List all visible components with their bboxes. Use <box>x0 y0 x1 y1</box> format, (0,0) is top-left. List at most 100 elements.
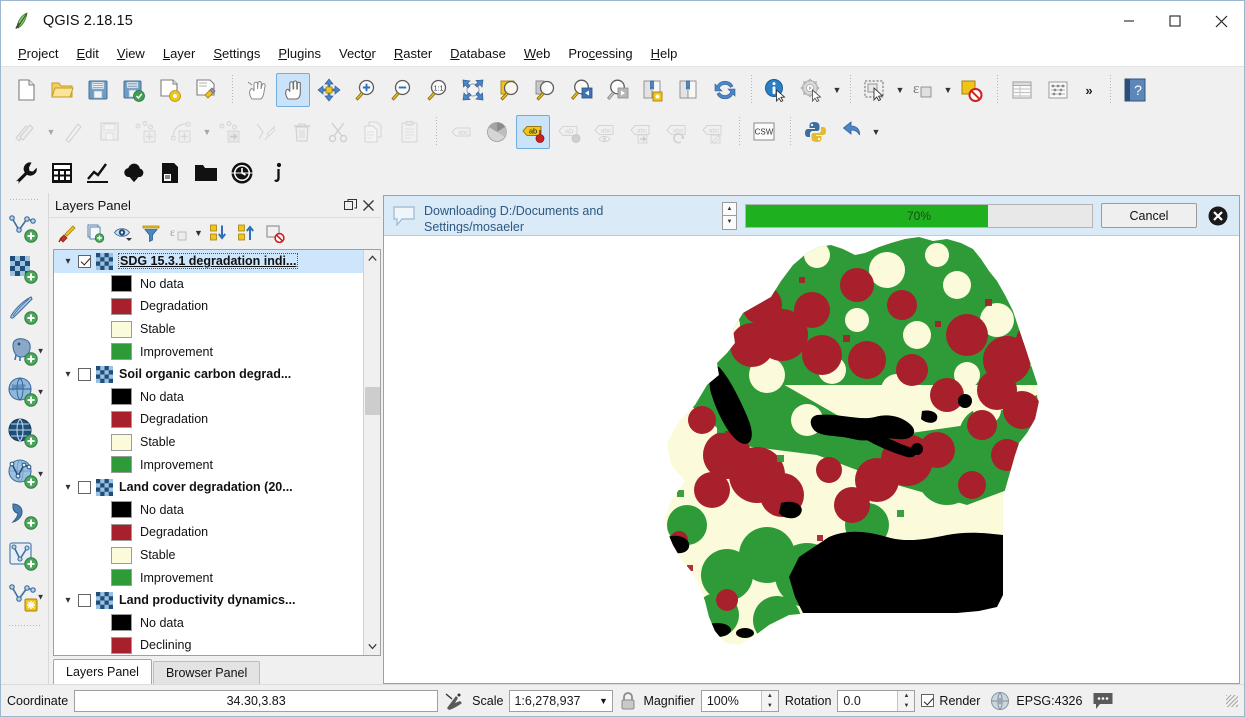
save-project-as-button[interactable] <box>117 73 151 107</box>
identify-features-button[interactable] <box>759 73 793 107</box>
layers-tree[interactable]: ▾ SDG 15.3.1 degradation indi... No data… <box>54 250 363 655</box>
menu-project[interactable]: PProjectroject <box>9 43 67 64</box>
pin-labels-button[interactable]: ab <box>552 115 586 149</box>
minimize-button[interactable] <box>1106 1 1152 41</box>
change-label-button[interactable]: abc <box>696 115 730 149</box>
globe-clock-button[interactable] <box>225 156 259 190</box>
close-circle-icon[interactable] <box>1205 203 1231 229</box>
filter-legend-button[interactable] <box>137 220 164 246</box>
touch-zoom-button[interactable] <box>240 73 274 107</box>
metasearch-button[interactable]: CSW <box>747 115 781 149</box>
message-expand-spinner[interactable]: ▲ ▼ <box>722 202 737 230</box>
statistical-summary-button[interactable] <box>1041 73 1075 107</box>
line-chart-button[interactable] <box>81 156 115 190</box>
message-expand-up-icon[interactable]: ▲ <box>722 202 737 216</box>
chevron-down-icon[interactable]: ▾ <box>58 256 78 267</box>
undo-dropdown-caret[interactable]: ▼ <box>870 115 882 149</box>
add-spatialite-layer-button[interactable] <box>4 289 46 330</box>
composer-manager-button[interactable] <box>189 73 223 107</box>
collapse-all-button[interactable] <box>233 220 260 246</box>
layer-node-sdg-indicator[interactable]: ▾ SDG 15.3.1 degradation indi... <box>54 250 363 273</box>
new-map-view-button[interactable] <box>636 73 670 107</box>
add-wfs-layer-button[interactable]: ▼ <box>4 453 46 494</box>
rotate-label-button[interactable]: abc <box>660 115 694 149</box>
crs-label[interactable]: EPSG:4326 <box>1016 694 1082 708</box>
chevron-down-icon[interactable]: ▼ <box>594 696 612 706</box>
zoom-next-button[interactable] <box>600 73 634 107</box>
add-feature-button[interactable] <box>129 115 163 149</box>
chevron-down-icon[interactable]: ▼ <box>37 346 45 355</box>
layer-visibility-checkbox[interactable] <box>78 368 91 381</box>
pan-to-selection-button[interactable] <box>312 73 346 107</box>
refresh-button[interactable] <box>708 73 742 107</box>
pan-map-button[interactable] <box>276 73 310 107</box>
chevron-down-icon[interactable]: ▼ <box>37 469 45 478</box>
rotation-field[interactable]: 0.0 ▲▼ <box>837 690 915 712</box>
menu-database[interactable]: Database <box>441 43 515 64</box>
remove-layer-button[interactable] <box>261 220 288 246</box>
file-load-button[interactable] <box>153 156 187 190</box>
zoom-last-button[interactable] <box>564 73 598 107</box>
python-console-button[interactable] <box>798 115 832 149</box>
spin-up-icon[interactable]: ▲ <box>762 691 778 701</box>
feature-action-dropdown-caret[interactable]: ▼ <box>831 73 843 107</box>
deselect-all-button[interactable] <box>954 73 988 107</box>
toolbar-overflow-button[interactable]: » <box>1077 73 1101 107</box>
layers-tree-scrollbar[interactable] <box>363 250 380 655</box>
node-tool-button[interactable] <box>249 115 283 149</box>
spin-down-icon[interactable]: ▼ <box>762 701 778 711</box>
render-toggle[interactable]: Render <box>921 694 980 708</box>
magnifier-spinner[interactable]: ▲▼ <box>761 691 778 711</box>
message-expand-down-icon[interactable]: ▼ <box>722 215 737 230</box>
chevron-down-icon[interactable]: ▾ <box>58 482 78 493</box>
layer-visibility-checkbox[interactable] <box>78 255 91 268</box>
help-button[interactable]: ? <box>1118 73 1152 107</box>
menu-edit[interactable]: Edit <box>67 43 107 64</box>
add-postgis-layer-button[interactable]: ▼ <box>4 330 46 371</box>
manage-layer-visibility-button[interactable] <box>109 220 136 246</box>
messages-bubble-icon[interactable] <box>1092 691 1114 711</box>
undock-panel-button[interactable] <box>341 196 359 214</box>
add-wms-layer-button[interactable]: ▼ <box>4 371 46 412</box>
new-print-composer-button[interactable] <box>153 73 187 107</box>
layer-node-soil-organic-carbon[interactable]: ▾ Soil organic carbon degrad... <box>54 363 363 386</box>
coordinate-toggle-icon[interactable] <box>444 690 466 712</box>
chevron-down-icon[interactable]: ▾ <box>58 369 78 380</box>
new-shapefile-layer-button[interactable] <box>4 535 46 576</box>
select-features-button[interactable] <box>858 73 892 107</box>
diagram-button[interactable] <box>480 115 514 149</box>
scrollbar-thumb[interactable] <box>365 387 380 415</box>
paste-features-button[interactable] <box>393 115 427 149</box>
magnifier-field[interactable]: 100% ▲▼ <box>701 690 779 712</box>
coordinate-field[interactable]: 34.30,3.83 <box>74 690 438 712</box>
save-project-button[interactable] <box>81 73 115 107</box>
layer-visibility-checkbox[interactable] <box>78 594 91 607</box>
show-hide-labels-button[interactable]: abc <box>588 115 622 149</box>
crs-globe-icon[interactable] <box>990 691 1010 711</box>
zoom-to-selection-button[interactable] <box>492 73 526 107</box>
menu-web[interactable]: Web <box>515 43 560 64</box>
chevron-down-icon[interactable]: ▾ <box>58 595 78 606</box>
layer-node-land-productivity-dynamics[interactable]: ▾ Land productivity dynamics... <box>54 589 363 612</box>
rotation-spinner[interactable]: ▲▼ <box>897 691 914 711</box>
run-feature-action-button[interactable] <box>795 73 829 107</box>
wrench-settings-button[interactable] <box>9 156 43 190</box>
select-by-expression-button[interactable]: ε <box>906 73 940 107</box>
toggle-editing-button[interactable] <box>57 115 91 149</box>
zoom-one-to-one-button[interactable]: 1:1 <box>420 73 454 107</box>
select-features-dropdown-caret[interactable]: ▼ <box>894 73 906 107</box>
zoom-to-layer-button[interactable] <box>528 73 562 107</box>
save-layer-edits-button[interactable] <box>93 115 127 149</box>
cut-features-button[interactable] <box>321 115 355 149</box>
scrollbar-track[interactable] <box>364 267 381 638</box>
current-edits-button[interactable] <box>9 115 43 149</box>
open-layer-styling-button[interactable] <box>53 220 80 246</box>
toolbar-drag-handle[interactable] <box>10 195 40 204</box>
info-i-button[interactable] <box>261 156 295 190</box>
layer-node-land-cover-degradation[interactable]: ▾ Land cover degradation (20... <box>54 476 363 499</box>
close-button[interactable] <box>1198 1 1244 41</box>
add-feature-dropdown-caret[interactable]: ▼ <box>201 115 213 149</box>
filter-legend-expression-button[interactable]: ε <box>165 220 192 246</box>
scroll-up-arrow-icon[interactable] <box>364 250 381 267</box>
chevron-down-icon[interactable]: ▼ <box>37 387 45 396</box>
